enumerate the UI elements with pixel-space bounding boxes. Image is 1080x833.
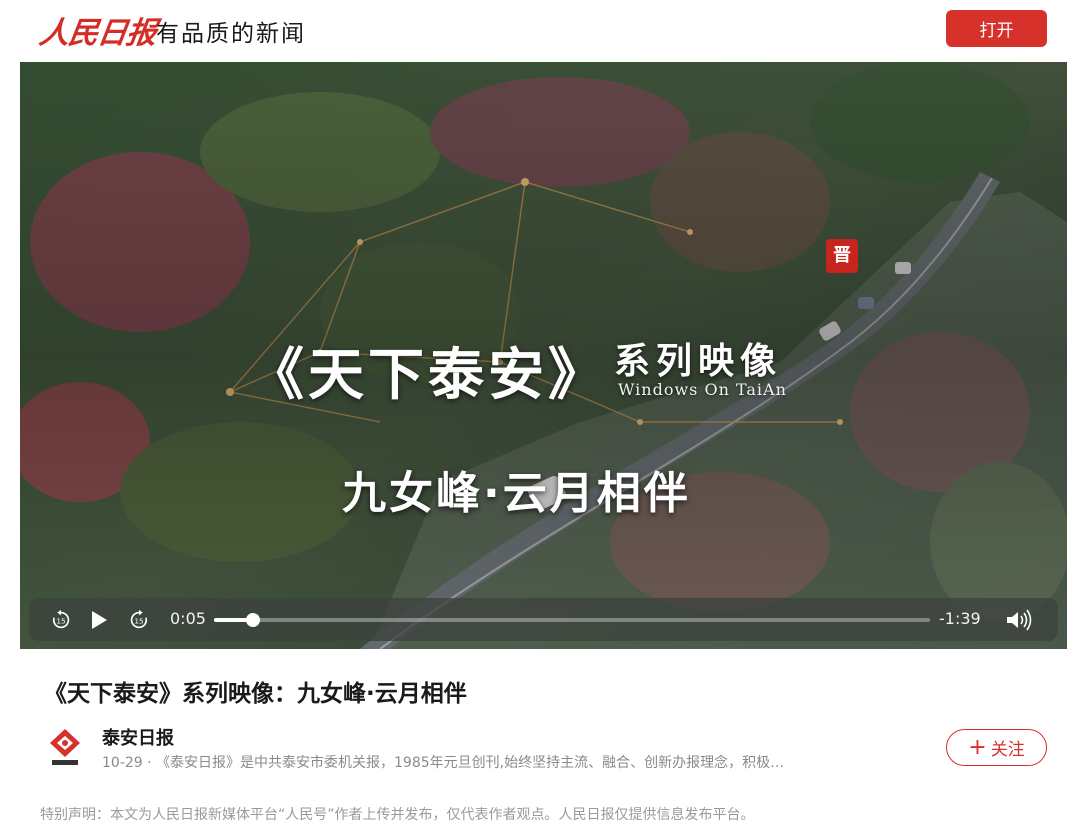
current-time: 0:05: [170, 609, 206, 628]
video-controls: 15 15 0:05 -1:39: [29, 598, 1058, 641]
author-name[interactable]: 泰安日报: [102, 724, 174, 750]
follow-label: 关注: [990, 740, 1025, 760]
svg-text:15: 15: [56, 616, 66, 625]
rewind-15-icon[interactable]: 15: [47, 598, 75, 641]
overlay-subtitle: 九女峰·云月相伴: [342, 468, 691, 519]
overlay-title: 《天下泰安》: [248, 342, 608, 408]
open-app-button[interactable]: 打开: [946, 10, 1047, 47]
play-icon[interactable]: [87, 598, 111, 641]
overlay-english-title: Windows On TaiAn: [618, 380, 787, 399]
seek-bar-thumb[interactable]: [246, 613, 261, 627]
top-banner: 人民日报 有品质的新闻 打开: [0, 0, 1080, 58]
app-slogan: 有品质的新闻: [156, 21, 306, 47]
volume-icon[interactable]: [1003, 598, 1037, 641]
overlay-series-label: 系列映像: [614, 340, 783, 382]
author-avatar[interactable]: [44, 726, 86, 768]
svg-text:15: 15: [134, 616, 144, 625]
plus-icon: +: [968, 734, 987, 760]
author-description: 10-29 · 《泰安日报》是中共泰安市委机关报，1985年元旦创刊,始终坚持主…: [102, 755, 785, 771]
video-title-overlay: 《天下泰安》 系列映像 Windows On TaiAn 九女峰·云月相伴 晋: [20, 62, 1067, 649]
seek-bar[interactable]: [214, 613, 930, 627]
remaining-time: -1:39: [939, 609, 981, 628]
video-player[interactable]: 《天下泰安》 系列映像 Windows On TaiAn 九女峰·云月相伴 晋 …: [20, 62, 1067, 649]
follow-button[interactable]: + 关注: [946, 729, 1047, 766]
seal-stamp: 晋: [826, 239, 858, 273]
forward-15-icon[interactable]: 15: [125, 598, 153, 641]
disclaimer-text: 特别声明：本文为人民日报新媒体平台“人民号”作者上传并发布，仅代表作者观点。人民…: [40, 807, 755, 823]
article-title: 《天下泰安》系列映像：九女峰·云月相伴: [44, 681, 467, 707]
app-logo[interactable]: 人民日报: [37, 8, 159, 52]
